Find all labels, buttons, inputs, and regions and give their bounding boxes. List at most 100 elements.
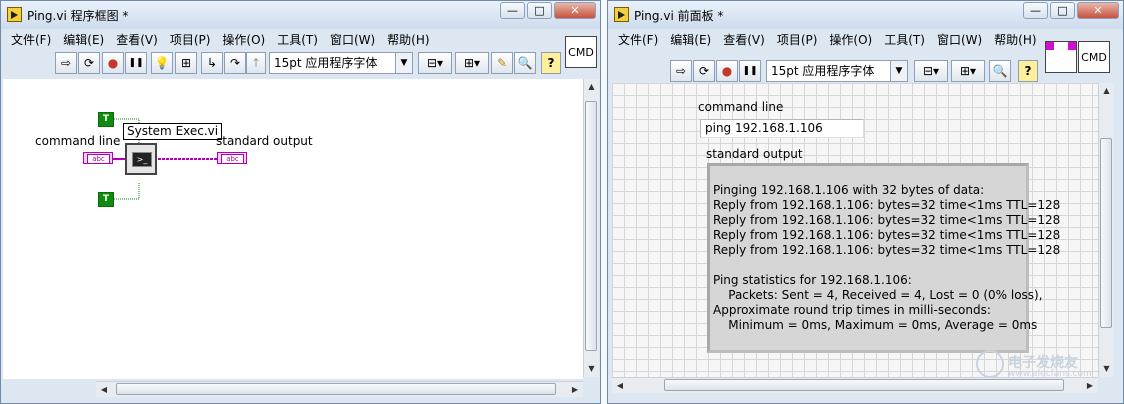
front-panel-toolbar: ⇨ ⟳ ● ❚❚ 15pt 应用程序字体 ▼ ⊟▾ ⊞▾ 🔍 ?: [608, 52, 1048, 82]
align-objects-button[interactable]: ⊟▾: [418, 52, 452, 74]
block-diagram-titlebar[interactable]: Ping.vi 程序框图 * — □ ✕: [1, 1, 600, 29]
connector-terminal-string: [1068, 42, 1076, 50]
block-diagram-vertical-scrollbar[interactable]: ▲ ▼: [583, 79, 599, 377]
maximize-button[interactable]: □: [527, 2, 552, 19]
string-type-icon: abc: [87, 154, 110, 164]
scroll-up-icon[interactable]: ▲: [1099, 83, 1114, 99]
command-line-control[interactable]: ping 192.168.1.106: [700, 119, 864, 138]
menu-file[interactable]: 文件(F): [612, 31, 664, 49]
scroll-down-icon[interactable]: ▼: [584, 361, 599, 377]
command-line-label: command line: [698, 100, 784, 114]
system-exec-node[interactable]: >_: [125, 143, 157, 175]
block-diagram-canvas[interactable]: T T command line abc System Exec.vi >_ s…: [3, 79, 583, 379]
output-line: Ping statistics for 192.168.1.106:: [713, 273, 912, 287]
pause-button[interactable]: ❚❚: [125, 52, 147, 74]
menu-help[interactable]: 帮助(H): [381, 31, 435, 49]
front-panel-vertical-scrollbar[interactable]: ▲ ▼: [1098, 83, 1114, 377]
front-panel-titlebar[interactable]: Ping.vi 前面板 * — □ ✕: [608, 1, 1123, 29]
menu-operate[interactable]: 操作(O): [823, 31, 878, 49]
menu-edit[interactable]: 编辑(E): [57, 31, 110, 49]
true-constant-hide[interactable]: T: [98, 192, 114, 207]
search-icon[interactable]: 🔍: [514, 52, 536, 74]
maximize-button[interactable]: □: [1050, 2, 1075, 19]
search-icon[interactable]: 🔍: [989, 60, 1011, 82]
connector-terminal-string: [1046, 42, 1054, 50]
font-select-value: 15pt 应用程序字体: [771, 64, 875, 78]
scroll-left-icon[interactable]: ◀: [96, 382, 112, 397]
run-button[interactable]: ⇨: [55, 52, 77, 74]
connector-pane-cmd-icon[interactable]: CMD: [565, 36, 597, 68]
standard-output-terminal-label: standard output: [216, 134, 313, 148]
horizontal-scroll-thumb[interactable]: [116, 383, 556, 395]
distribute-objects-button[interactable]: ⊞▾: [951, 60, 985, 82]
front-panel-canvas[interactable]: command line ping 192.168.1.106 standard…: [612, 83, 1098, 377]
retain-wire-values-button[interactable]: ⊞: [175, 52, 197, 74]
font-select[interactable]: 15pt 应用程序字体 ▼: [766, 60, 908, 82]
output-line: Pinging 192.168.1.106 with 32 bytes of d…: [713, 183, 985, 197]
standard-output-label: standard output: [706, 147, 803, 161]
align-objects-button[interactable]: ⊟▾: [914, 60, 948, 82]
connector-pane[interactable]: [1045, 41, 1077, 73]
run-continuously-button[interactable]: ⟳: [78, 52, 100, 74]
cleanup-diagram-button[interactable]: ✎: [491, 52, 513, 74]
front-panel-window: Ping.vi 前面板 * — □ ✕ 文件(F) 编辑(E) 查看(V) 项目…: [607, 0, 1124, 404]
scroll-up-icon[interactable]: ▲: [584, 79, 599, 95]
run-continuously-button[interactable]: ⟳: [693, 60, 715, 82]
menu-file[interactable]: 文件(F): [5, 31, 57, 49]
menu-tools[interactable]: 工具(T): [271, 31, 324, 49]
menu-tools[interactable]: 工具(T): [878, 31, 931, 49]
minimize-button[interactable]: —: [500, 2, 525, 19]
chevron-down-icon: ▼: [890, 61, 907, 81]
context-help-button[interactable]: ?: [541, 52, 561, 74]
terminal-icon: >_: [132, 152, 152, 167]
minimize-button[interactable]: —: [1023, 2, 1048, 19]
window-controls: — □ ✕: [498, 2, 596, 19]
step-over-button[interactable]: ↷: [224, 52, 246, 74]
close-button[interactable]: ✕: [554, 2, 596, 19]
menu-operate[interactable]: 操作(O): [216, 31, 271, 49]
boolean-wire-bottom[interactable]: [114, 183, 140, 200]
block-diagram-horizontal-scrollbar[interactable]: ◀ ▶: [96, 381, 583, 397]
watermark: 电子发烧友 www.elecfans.com: [976, 350, 1116, 384]
labview-vi-icon: [7, 7, 22, 22]
scroll-right-icon[interactable]: ▶: [567, 382, 583, 397]
system-exec-tip-strip: System Exec.vi: [123, 123, 223, 140]
front-panel-title: Ping.vi 前面板 *: [634, 9, 724, 23]
standard-output-indicator: Pinging 192.168.1.106 with 32 bytes of d…: [707, 163, 1060, 353]
vertical-scroll-thumb[interactable]: [585, 101, 597, 351]
output-line: Reply from 192.168.1.106: bytes=32 time<…: [713, 213, 1061, 227]
close-button[interactable]: ✕: [1077, 2, 1119, 19]
abort-button[interactable]: ●: [716, 60, 738, 82]
output-line: Approximate round trip times in milli-se…: [713, 303, 991, 317]
output-line: Reply from 192.168.1.106: bytes=32 time<…: [713, 198, 1061, 212]
menu-edit[interactable]: 编辑(E): [664, 31, 717, 49]
watermark-logo-icon: [976, 350, 1004, 378]
vi-icon-cmd[interactable]: CMD: [1078, 41, 1110, 73]
run-button[interactable]: ⇨: [670, 60, 692, 82]
font-select[interactable]: 15pt 应用程序字体 ▼: [269, 52, 413, 74]
true-constant-wait[interactable]: T: [98, 112, 114, 127]
wires: [113, 118, 217, 200]
command-line-terminal-label: command line: [35, 134, 121, 148]
abort-button[interactable]: ●: [102, 52, 124, 74]
menu-bar: 文件(F) 编辑(E) 查看(V) 项目(P) 操作(O) 工具(T) 窗口(W…: [612, 31, 1043, 49]
font-select-value: 15pt 应用程序字体: [274, 56, 378, 70]
step-out-button[interactable]: ↑: [246, 52, 266, 74]
command-line-terminal[interactable]: abc: [83, 152, 113, 164]
menu-view[interactable]: 查看(V): [110, 31, 164, 49]
menu-project[interactable]: 项目(P): [164, 31, 217, 49]
pause-button[interactable]: ❚❚: [739, 60, 761, 82]
menu-help[interactable]: 帮助(H): [988, 31, 1042, 49]
menu-window[interactable]: 窗口(W): [324, 31, 381, 49]
highlight-execution-button[interactable]: 💡: [151, 52, 173, 74]
menu-window[interactable]: 窗口(W): [931, 31, 988, 49]
vertical-scroll-thumb[interactable]: [1100, 138, 1112, 328]
menu-project[interactable]: 项目(P): [771, 31, 824, 49]
menu-view[interactable]: 查看(V): [717, 31, 771, 49]
standard-output-terminal[interactable]: abc: [217, 152, 247, 164]
context-help-button[interactable]: ?: [1018, 60, 1038, 82]
chevron-down-icon: ▼: [395, 53, 412, 73]
distribute-objects-button[interactable]: ⊞▾: [455, 52, 489, 74]
step-into-button[interactable]: ↳: [201, 52, 223, 74]
scroll-left-icon[interactable]: ◀: [612, 378, 628, 393]
